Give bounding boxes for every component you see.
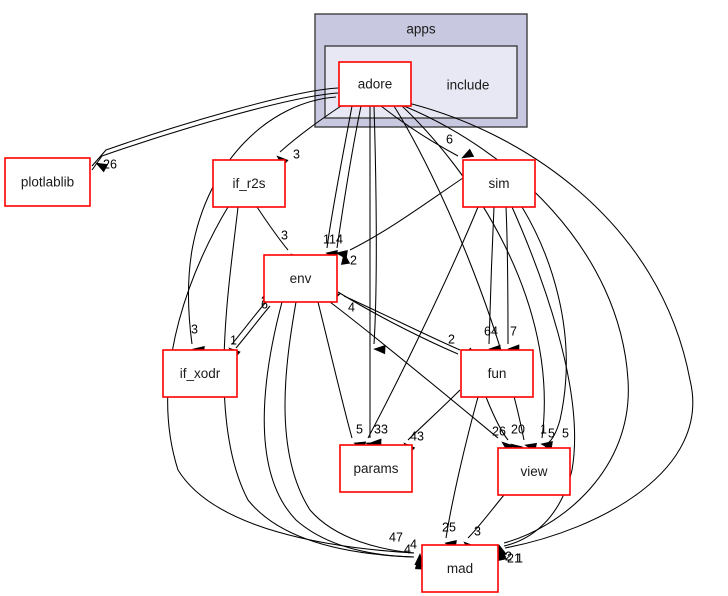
node-if_xodr[interactable]: if_xodr	[162, 349, 238, 398]
edge-label-adore-to-view: 1	[540, 422, 547, 436]
edge-if_xodr-to-env	[235, 305, 271, 349]
node-adore[interactable]: adore	[338, 61, 412, 107]
cluster-label-include: include	[447, 78, 490, 93]
edge-env-to-params	[317, 301, 353, 439]
node-if_r2s[interactable]: if_r2s	[212, 159, 286, 208]
node-params[interactable]: params	[339, 444, 413, 493]
edge-label-fun-to-mad: 25	[442, 520, 456, 534]
edge-label-adore-to-view: 20	[511, 422, 525, 436]
edge-label-env-to-mad: 47	[389, 530, 403, 544]
edge-label-sim-to-fun: 64	[484, 324, 498, 338]
arrowhead-adore-to-fun	[373, 344, 386, 355]
node-label-sim: sim	[489, 176, 510, 191]
node-env[interactable]: env	[263, 254, 338, 303]
edge-label-extra-2: 5	[562, 426, 569, 440]
dependency-graph-container: apps include 26 3 114 6 33 20 1 2 1 3 3 4 2 64 5 5 1 6 2 4 26…	[0, 0, 728, 596]
node-label-env: env	[290, 271, 312, 286]
edge-label-sim-to-env: 2	[350, 253, 357, 267]
edge-label-sim-to-fun: 7	[510, 324, 517, 338]
edge-label-adore-to-if_xodr: 3	[191, 322, 198, 336]
node-label-adore: adore	[358, 77, 393, 92]
edge-label-adore-to-params: 33	[374, 422, 388, 436]
edge-label-adore-to-env: 114	[323, 232, 343, 246]
edge-label-view-to-mad: 3	[474, 524, 481, 538]
node-plotlablib[interactable]: plotlablib	[4, 157, 91, 207]
node-sim[interactable]: sim	[462, 159, 536, 208]
edge-label-env-to-if_xodr: 1	[230, 333, 237, 347]
edge-sim-to-env	[349, 177, 464, 251]
node-label-params: params	[353, 461, 398, 476]
edge-sim-to-fun	[505, 206, 509, 345]
cluster-label-apps: apps	[406, 22, 436, 37]
node-mad[interactable]: mad	[421, 544, 499, 593]
edge-label-sim-to-view: 5	[548, 426, 555, 440]
edge-label-if_r2s-to-mad: 4	[410, 537, 417, 551]
node-label-if_xodr: if_xodr	[180, 366, 221, 381]
edge-env-to-mad	[263, 301, 415, 558]
edge-fun-to-env	[343, 295, 461, 351]
edge-label-if_r2s-to-env: 3	[281, 228, 288, 242]
edge-adore-to-fun	[373, 105, 377, 345]
node-view[interactable]: view	[497, 447, 571, 496]
edge-label-sim-to-params: 5	[356, 422, 363, 436]
edge-label-env-to-view: 26	[492, 424, 506, 438]
edge-label-adore-to-if_r2s: 3	[293, 147, 300, 161]
dependency-graph: appsinclude 263114633 20 12 133426455162426…	[4, 13, 694, 593]
edge-label-adore-to-plotlablib: 26	[103, 157, 117, 171]
node-label-view: view	[520, 464, 547, 479]
edge-label-extra-0: 4	[404, 542, 411, 556]
edge-adore-to-plotlablib	[91, 87, 339, 167]
node-label-plotlablib: plotlablib	[21, 175, 74, 190]
edge-label-fun-to-env: 4	[348, 300, 355, 314]
node-fun[interactable]: fun	[460, 349, 534, 398]
edge-label-adore-to-sim: 6	[446, 132, 453, 146]
edge-label-extra-1: 21	[507, 551, 521, 565]
node-label-mad: mad	[447, 561, 473, 576]
node-label-if_r2s: if_r2s	[232, 176, 265, 191]
edge-label-env-to-fun: 2	[448, 332, 455, 346]
node-label-fun: fun	[488, 366, 507, 381]
edge-label-fun-to-params: 43	[410, 429, 424, 443]
